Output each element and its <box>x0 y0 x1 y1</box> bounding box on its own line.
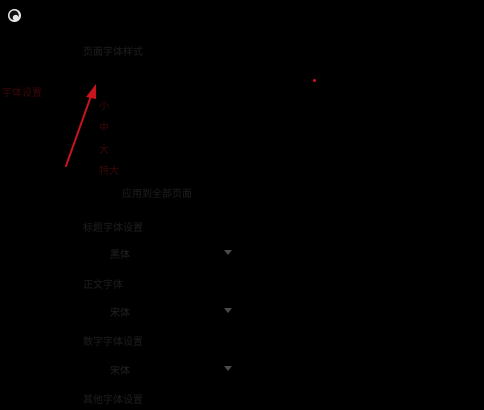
font-size-option-small[interactable]: 小 <box>99 97 109 112</box>
title-font-label: 标题字体设置 <box>83 223 143 234</box>
number-font-label: 数字字体设置 <box>83 337 143 348</box>
title-font-select[interactable]: 黑体 <box>100 244 238 262</box>
font-size-option-xlarge[interactable]: 特大 <box>99 162 119 177</box>
body-font-label: 正文字体 <box>83 280 123 291</box>
annotation-arrow <box>65 84 96 167</box>
other-font-label: 其他字体设置 <box>83 395 143 406</box>
sidebar-item-font-settings[interactable]: 字体设置 <box>2 84 42 99</box>
number-font-select[interactable]: 宋体 <box>100 360 238 378</box>
app-logo-icon <box>8 9 21 22</box>
page-font-style-title: 页面字体样式 <box>83 47 143 58</box>
apply-all-button[interactable]: 应用到全部页面 <box>122 185 192 200</box>
marker-dot <box>313 79 316 82</box>
number-font-value: 宋体 <box>110 366 130 377</box>
chevron-down-icon <box>224 366 232 371</box>
font-size-option-large[interactable]: 大 <box>99 141 109 156</box>
body-font-value: 宋体 <box>110 308 130 319</box>
body-font-select[interactable]: 宋体 <box>100 302 238 320</box>
chevron-down-icon <box>224 250 232 255</box>
font-size-option-medium[interactable]: 中 <box>99 119 109 134</box>
title-font-value: 黑体 <box>110 250 130 261</box>
chevron-down-icon <box>224 308 232 313</box>
